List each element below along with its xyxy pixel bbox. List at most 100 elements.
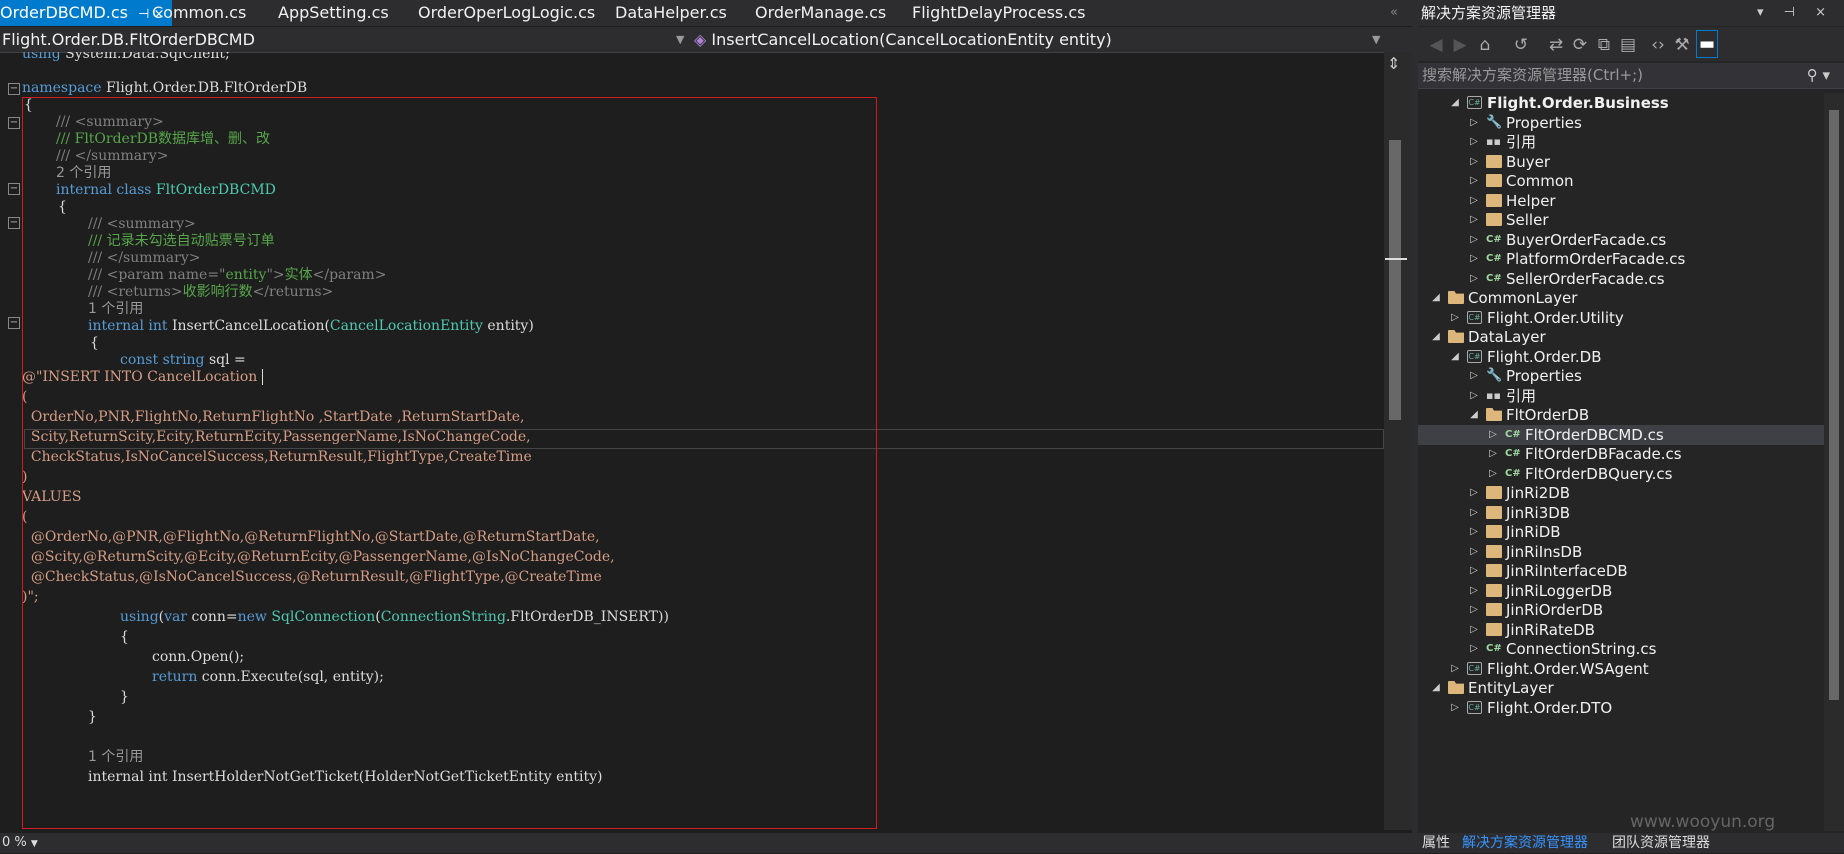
collapse-arrow-icon[interactable]: ◢ <box>1430 288 1442 308</box>
back-icon[interactable]: ◀ <box>1426 35 1446 55</box>
tab-appsetting[interactable]: AppSetting.cs <box>278 0 389 26</box>
chevron-down-icon[interactable]: ▼ <box>676 27 684 52</box>
tree-item[interactable]: ▷ JinRi3DB <box>1418 503 1824 523</box>
tree-item[interactable]: ▷ JinRiRateDB <box>1418 620 1824 640</box>
expand-arrow-icon[interactable]: ▷ <box>1468 542 1480 562</box>
tree-item[interactable]: ▷ C# ConnectionString.cs <box>1418 639 1824 659</box>
expand-arrow-icon[interactable]: ▷ <box>1468 522 1480 542</box>
tab-orderoperloglogic[interactable]: OrderOperLogLogic.cs <box>418 0 595 26</box>
tree-item[interactable]: ▷ Helper <box>1418 191 1824 211</box>
expand-arrow-icon[interactable]: ▷ <box>1487 444 1499 464</box>
expand-arrow-icon[interactable]: ▷ <box>1449 659 1461 679</box>
tree-item[interactable]: ▷ Seller <box>1418 210 1824 230</box>
tree-item[interactable]: ◢ EntityLayer <box>1418 678 1824 698</box>
expand-arrow-icon[interactable]: ▷ <box>1468 191 1480 211</box>
tree-item[interactable]: ▷ C# SellerOrderFacade.cs <box>1418 269 1824 289</box>
tree-item[interactable]: ▷ JinRiLoggerDB <box>1418 581 1824 601</box>
collapse-all-icon[interactable]: ⧉ <box>1594 35 1614 55</box>
view-code-icon[interactable]: ‹› <box>1648 35 1668 55</box>
tree-item[interactable]: ▷ C# Flight.Order.Utility <box>1418 308 1824 328</box>
tree-item[interactable]: ▷ C# Flight.Order.WSAgent <box>1418 659 1824 679</box>
expand-arrow-icon[interactable]: ▷ <box>1468 113 1480 133</box>
expand-arrow-icon[interactable]: ▷ <box>1449 698 1461 718</box>
solution-tree[interactable]: ◢ C# Flight.Order.Business ▷ 🔧 Properties ▷ ▪▪ 引… <box>1418 93 1824 831</box>
search-input[interactable]: 搜索解决方案资源管理器(Ctrl+;) <box>1422 63 1643 88</box>
expand-arrow-icon[interactable]: ▷ <box>1468 503 1480 523</box>
tree-item[interactable]: ▷ JinRiOrderDB <box>1418 600 1824 620</box>
expand-arrow-icon[interactable]: ▷ <box>1468 600 1480 620</box>
sync-icon[interactable]: ⇄ <box>1546 35 1566 55</box>
zoom-level-dropdown[interactable]: 0 % ▼ <box>2 833 38 854</box>
collapse-icon[interactable]: − <box>8 117 20 129</box>
tab-common[interactable]: Common.cs <box>152 0 246 26</box>
expand-arrow-icon[interactable]: ▷ <box>1468 620 1480 640</box>
collapse-arrow-icon[interactable]: ◢ <box>1430 327 1442 347</box>
tab-ordermanage[interactable]: OrderManage.cs <box>755 0 886 26</box>
expand-arrow-icon[interactable]: ▷ <box>1468 639 1480 659</box>
show-all-files-icon[interactable]: ▤ <box>1618 35 1638 55</box>
member-dropdown[interactable]: ◈ InsertCancelLocation(CancelLocationEnt… <box>694 27 1112 52</box>
chevron-down-icon[interactable]: ▼ <box>1372 27 1380 52</box>
expand-arrow-icon[interactable]: ▷ <box>1468 561 1480 581</box>
properties-icon[interactable]: ⚒ <box>1672 35 1692 55</box>
solution-search-box[interactable]: 搜索解决方案资源管理器(Ctrl+;) ⚲ ▾ <box>1418 63 1844 89</box>
expand-arrow-icon[interactable]: ▷ <box>1468 581 1480 601</box>
collapse-icon[interactable]: − <box>8 83 20 95</box>
tree-item[interactable]: ▷ C# Flight.Order.DTO <box>1418 698 1824 718</box>
tree-item[interactable]: ▷ C# BuyerOrderFacade.cs <box>1418 230 1824 250</box>
tree-item[interactable]: ▷ ▪▪ 引用 <box>1418 132 1824 152</box>
code-editor[interactable]: OrderDBCMD.cs ⊣ × Common.cs AppSetting.cs… <box>0 0 1412 853</box>
tree-item[interactable]: ◢ DataLayer <box>1418 327 1824 347</box>
collapse-arrow-icon[interactable]: ◢ <box>1449 93 1461 113</box>
collapse-icon[interactable]: − <box>8 317 20 329</box>
refresh-icon[interactable]: ⟳ <box>1570 35 1590 55</box>
expand-arrow-icon[interactable]: ▷ <box>1468 483 1480 503</box>
tab-datahelper[interactable]: DataHelper.cs <box>615 0 727 26</box>
split-editor-icon[interactable]: ⇕ <box>1387 54 1400 73</box>
forward-icon[interactable]: ▶ <box>1450 35 1470 55</box>
tab-solution-explorer[interactable]: 解决方案资源管理器 <box>1462 833 1588 853</box>
preview-selected-icon[interactable]: ▬ <box>1696 30 1718 58</box>
tab-flightdelayprocess[interactable]: FlightDelayProcess.cs <box>912 0 1085 26</box>
tab-team-explorer[interactable]: 团队资源管理器 <box>1612 833 1710 853</box>
tree-item[interactable]: ▷ C# FltOrderDBQuery.cs <box>1418 464 1824 484</box>
tab-properties[interactable]: 属性 <box>1422 833 1450 853</box>
home-icon[interactable]: ⌂ <box>1475 35 1495 55</box>
expand-arrow-icon[interactable]: ▷ <box>1487 464 1499 484</box>
tab-orderdbcmd[interactable]: OrderDBCMD.cs ⊣ × <box>0 0 173 26</box>
editor-scroll-thumb[interactable] <box>1389 140 1401 420</box>
expand-arrow-icon[interactable]: ▷ <box>1468 386 1480 406</box>
tree-item[interactable]: ▷ JinRiInsDB <box>1418 542 1824 562</box>
expand-arrow-icon[interactable]: ▷ <box>1449 308 1461 328</box>
expand-arrow-icon[interactable]: ▷ <box>1468 210 1480 230</box>
class-dropdown[interactable]: Flight.Order.DB.FltOrderDBCMD <box>2 27 255 52</box>
collapse-icon[interactable]: − <box>8 183 20 195</box>
collapse-arrow-icon[interactable]: ◢ <box>1468 405 1480 425</box>
tree-item[interactable]: ◢ C# Flight.Order.Business <box>1418 93 1824 113</box>
expand-arrow-icon[interactable]: ▷ <box>1468 249 1480 269</box>
tree-item[interactable]: ▷ Buyer <box>1418 152 1824 172</box>
expand-arrow-icon[interactable]: ▷ <box>1468 152 1480 172</box>
tree-item[interactable]: ◢ C# Flight.Order.DB <box>1418 347 1824 367</box>
tree-item[interactable]: ▷ C# FltOrderDBFacade.cs <box>1418 444 1824 464</box>
collapse-icon[interactable]: − <box>8 217 20 229</box>
tree-scroll-thumb[interactable] <box>1829 110 1839 700</box>
expand-arrow-icon[interactable]: ▷ <box>1468 269 1480 289</box>
tree-item[interactable]: ◢ FltOrderDB <box>1418 405 1824 425</box>
tree-item[interactable]: ▷ JinRiDB <box>1418 522 1824 542</box>
collapse-arrow-icon[interactable]: ◢ <box>1430 678 1442 698</box>
expand-arrow-icon[interactable]: ▷ <box>1487 425 1499 445</box>
tree-item[interactable]: ◢ CommonLayer <box>1418 288 1824 308</box>
panel-window-buttons[interactable]: ▾ ⊣ × <box>1757 0 1834 26</box>
expand-arrow-icon[interactable]: ▷ <box>1468 132 1480 152</box>
tree-item[interactable]: ▷ C# PlatformOrderFacade.cs <box>1418 249 1824 269</box>
tree-item[interactable]: ▷ 🔧 Properties <box>1418 113 1824 133</box>
history-icon[interactable]: ↺ <box>1511 35 1531 55</box>
tree-item[interactable]: ▷ C# FltOrderDBCMD.cs <box>1418 425 1824 445</box>
collapse-arrow-icon[interactable]: ◢ <box>1449 347 1461 367</box>
tab-overflow-icon[interactable]: « <box>1390 0 1398 26</box>
expand-arrow-icon[interactable]: ▷ <box>1468 230 1480 250</box>
expand-arrow-icon[interactable]: ▷ <box>1468 171 1480 191</box>
tree-item[interactable]: ▷ JinRiInterfaceDB <box>1418 561 1824 581</box>
tree-item[interactable]: ▷ JinRi2DB <box>1418 483 1824 503</box>
